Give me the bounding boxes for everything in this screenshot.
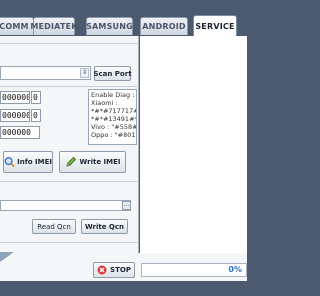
tab-android[interactable]: ANDROID [140, 17, 188, 35]
progress-label: 0% [228, 265, 242, 274]
info-imei-button[interactable]: Info IMEI [3, 151, 53, 173]
write-qcn-button[interactable]: Write Qcn [81, 219, 128, 234]
imei2-index-field[interactable]: 0 [31, 109, 41, 122]
section-divider [0, 242, 139, 243]
tab-comm[interactable]: COMM [0, 17, 34, 35]
app-window: COMM MEDIATEK SAMSUNG ANDROID SERVICE ⇕ … [0, 0, 247, 296]
tab-service[interactable]: SERVICE [193, 15, 237, 36]
progress-bar: 0% [141, 263, 247, 277]
imei2-field[interactable]: 000000 [0, 109, 30, 122]
diag-line: *#*#13491#*#* [91, 115, 137, 123]
log-panel[interactable] [140, 36, 247, 281]
imei1-index-field[interactable]: 0 [31, 91, 41, 104]
write-imei-label: Write IMEI [79, 158, 121, 166]
write-imei-button[interactable]: Write IMEI [59, 151, 126, 173]
tab-bar: COMM MEDIATEK SAMSUNG ANDROID SERVICE [0, 12, 247, 36]
diag-line: *#*#717717#*#* OR [91, 107, 136, 115]
diag-line: Xiaomi : [91, 99, 118, 107]
corner-decoration [0, 252, 14, 262]
pencil-icon [65, 156, 76, 167]
magnifier-icon [4, 157, 15, 168]
stop-label: STOP [110, 266, 131, 274]
imei1-field[interactable]: 000000 [0, 91, 30, 104]
stop-button[interactable]: STOP [93, 262, 135, 278]
tab-samsung[interactable]: SAMSUNG [86, 17, 133, 35]
service-panel: ⇕ Scan Port 000000 0 000000 0 000000 Ena… [0, 36, 139, 281]
spinner-arrows-icon[interactable]: ⇕ [80, 68, 89, 78]
status-bar [0, 281, 247, 296]
stop-icon [97, 265, 107, 275]
section-divider [0, 43, 139, 44]
qcn-path-field[interactable] [0, 200, 131, 211]
diag-line: Enable Diag : [91, 91, 135, 99]
info-imei-label: Info IMEI [17, 158, 52, 166]
scan-port-button[interactable]: Scan Port [93, 66, 132, 81]
port-select[interactable]: ⇕ [0, 66, 91, 80]
diag-line: Oppo : "#801# [91, 131, 137, 139]
diag-instructions: Enable Diag : Xiaomi : *#*#717717#*#* OR… [88, 89, 137, 145]
tab-mediatek[interactable]: MEDIATEK [30, 17, 77, 35]
imei3-field[interactable]: 000000 [0, 126, 40, 139]
section-divider [0, 181, 139, 182]
read-qcn-button[interactable]: Read Qcn [32, 219, 76, 234]
browse-button[interactable]: ... [122, 201, 131, 210]
section-divider [0, 86, 139, 87]
diag-line: Vivo : "#558#" [91, 123, 137, 131]
